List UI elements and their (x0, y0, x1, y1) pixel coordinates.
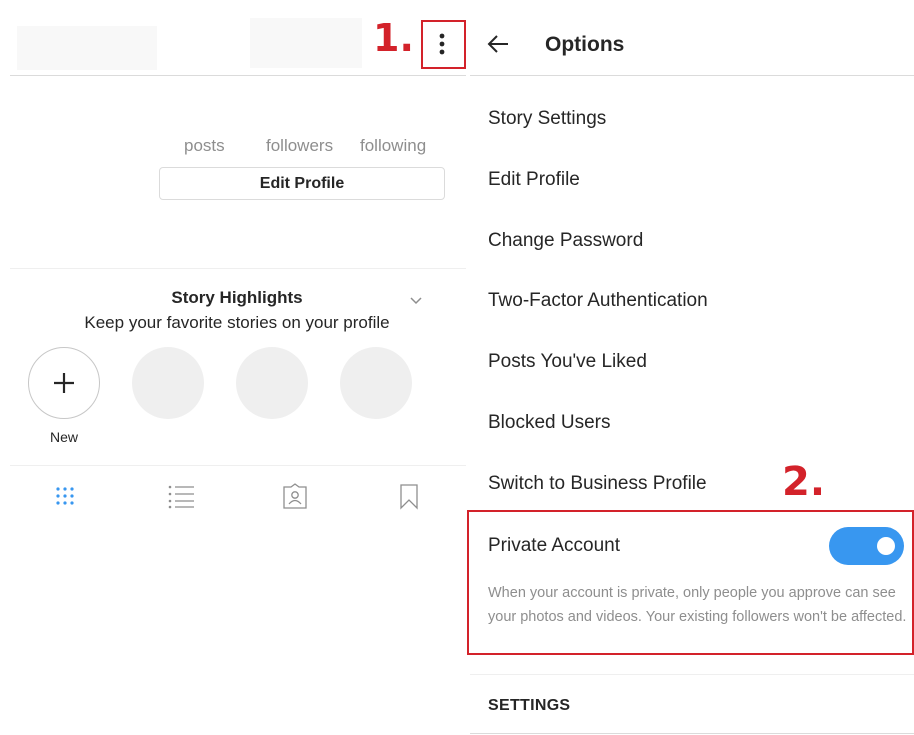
profile-panel: 1. posts followers following Edit Profil… (0, 0, 470, 735)
new-highlight-button[interactable] (28, 347, 100, 419)
option-blocked-users[interactable]: Blocked Users (488, 412, 611, 434)
more-options-icon[interactable] (432, 30, 452, 58)
highlights-title: Story Highlights (171, 288, 303, 307)
header-placeholder (250, 18, 362, 68)
posts-label: posts (184, 136, 225, 155)
tagged-icon[interactable] (281, 482, 309, 510)
saved-icon[interactable] (395, 482, 423, 510)
options-panel: Options Story Settings Edit Profile Chan… (467, 0, 914, 735)
options-header: Options (470, 0, 914, 76)
divider (470, 674, 914, 675)
divider (10, 465, 466, 466)
plus-icon (54, 373, 74, 393)
private-account-label[interactable]: Private Account (488, 535, 620, 557)
settings-section-header: SETTINGS (488, 697, 571, 714)
option-two-factor-auth[interactable]: Two-Factor Authentication (488, 290, 708, 312)
grid-icon[interactable] (51, 482, 79, 510)
following-label[interactable]: following (360, 136, 426, 156)
callout-step-1: 1. (373, 16, 414, 60)
highlight-placeholder (340, 347, 412, 419)
option-change-password[interactable]: Change Password (488, 230, 643, 252)
highlights-subtitle: Keep your favorite stories on your profi… (84, 313, 390, 332)
private-account-description: When your account is private, only peopl… (488, 585, 907, 625)
divider (470, 733, 914, 734)
divider (10, 268, 466, 269)
followers-label[interactable]: followers (266, 136, 333, 156)
chevron-down-icon[interactable] (408, 292, 424, 308)
highlight-placeholder (132, 347, 204, 419)
edit-profile-button[interactable]: Edit Profile (159, 167, 445, 200)
option-posts-liked[interactable]: Posts You've Liked (488, 351, 647, 373)
list-icon[interactable] (167, 482, 195, 510)
username-placeholder (17, 26, 157, 70)
toggle-knob (877, 537, 895, 555)
highlight-placeholder (236, 347, 308, 419)
topbar-divider (10, 75, 466, 76)
option-switch-business[interactable]: Switch to Business Profile (488, 473, 707, 495)
new-highlight-label: New (49, 429, 78, 445)
back-arrow-icon[interactable] (486, 32, 510, 56)
option-edit-profile[interactable]: Edit Profile (488, 169, 580, 191)
callout-step-2: 2. (782, 459, 826, 505)
private-account-toggle[interactable] (829, 527, 904, 565)
option-story-settings[interactable]: Story Settings (488, 108, 606, 130)
page-title: Options (545, 33, 625, 56)
